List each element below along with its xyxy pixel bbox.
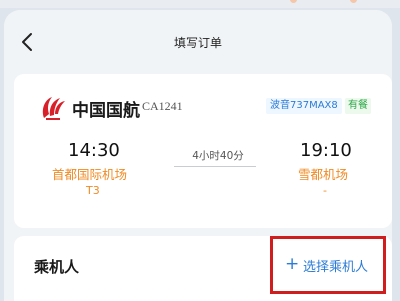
page-title: 填写订单	[173, 36, 222, 50]
airline-name: 中国国航	[72, 101, 140, 121]
flight-duration: 4小时40分	[192, 150, 244, 162]
order-panel: 填写订单 中国国航 CA1241 波音737MAX8 有餐 14:30 首都国际…	[4, 10, 392, 301]
arrival-time: 19:10	[300, 140, 352, 161]
top-status-strip	[0, 0, 400, 8]
aircraft-tag: 波音737MAX8	[266, 98, 342, 114]
air-china-logo-icon	[38, 92, 68, 122]
status-dot-icon	[350, 0, 357, 3]
passenger-title: 乘机人	[34, 258, 80, 276]
duration-divider	[174, 166, 256, 167]
select-passenger-button[interactable]: + 选择乘机人	[270, 236, 386, 294]
plus-icon: +	[285, 254, 300, 274]
arrival-airport: 雪都机场	[298, 167, 349, 182]
passenger-section: 乘机人 + 选择乘机人	[14, 236, 392, 301]
arrival-terminal: -	[323, 184, 327, 197]
nav-bar: 填写订单	[4, 10, 392, 66]
departure-airport: 首都国际机场	[52, 167, 128, 182]
departure-terminal: T3	[86, 184, 100, 197]
status-dot-icon	[290, 0, 297, 3]
meal-tag: 有餐	[345, 98, 371, 114]
departure-time: 14:30	[68, 140, 120, 161]
flight-number: CA1241	[142, 99, 183, 113]
select-passenger-label: 选择乘机人	[303, 260, 369, 275]
flight-card: 中国国航 CA1241 波音737MAX8 有餐 14:30 首都国际机场 T3…	[14, 74, 392, 228]
